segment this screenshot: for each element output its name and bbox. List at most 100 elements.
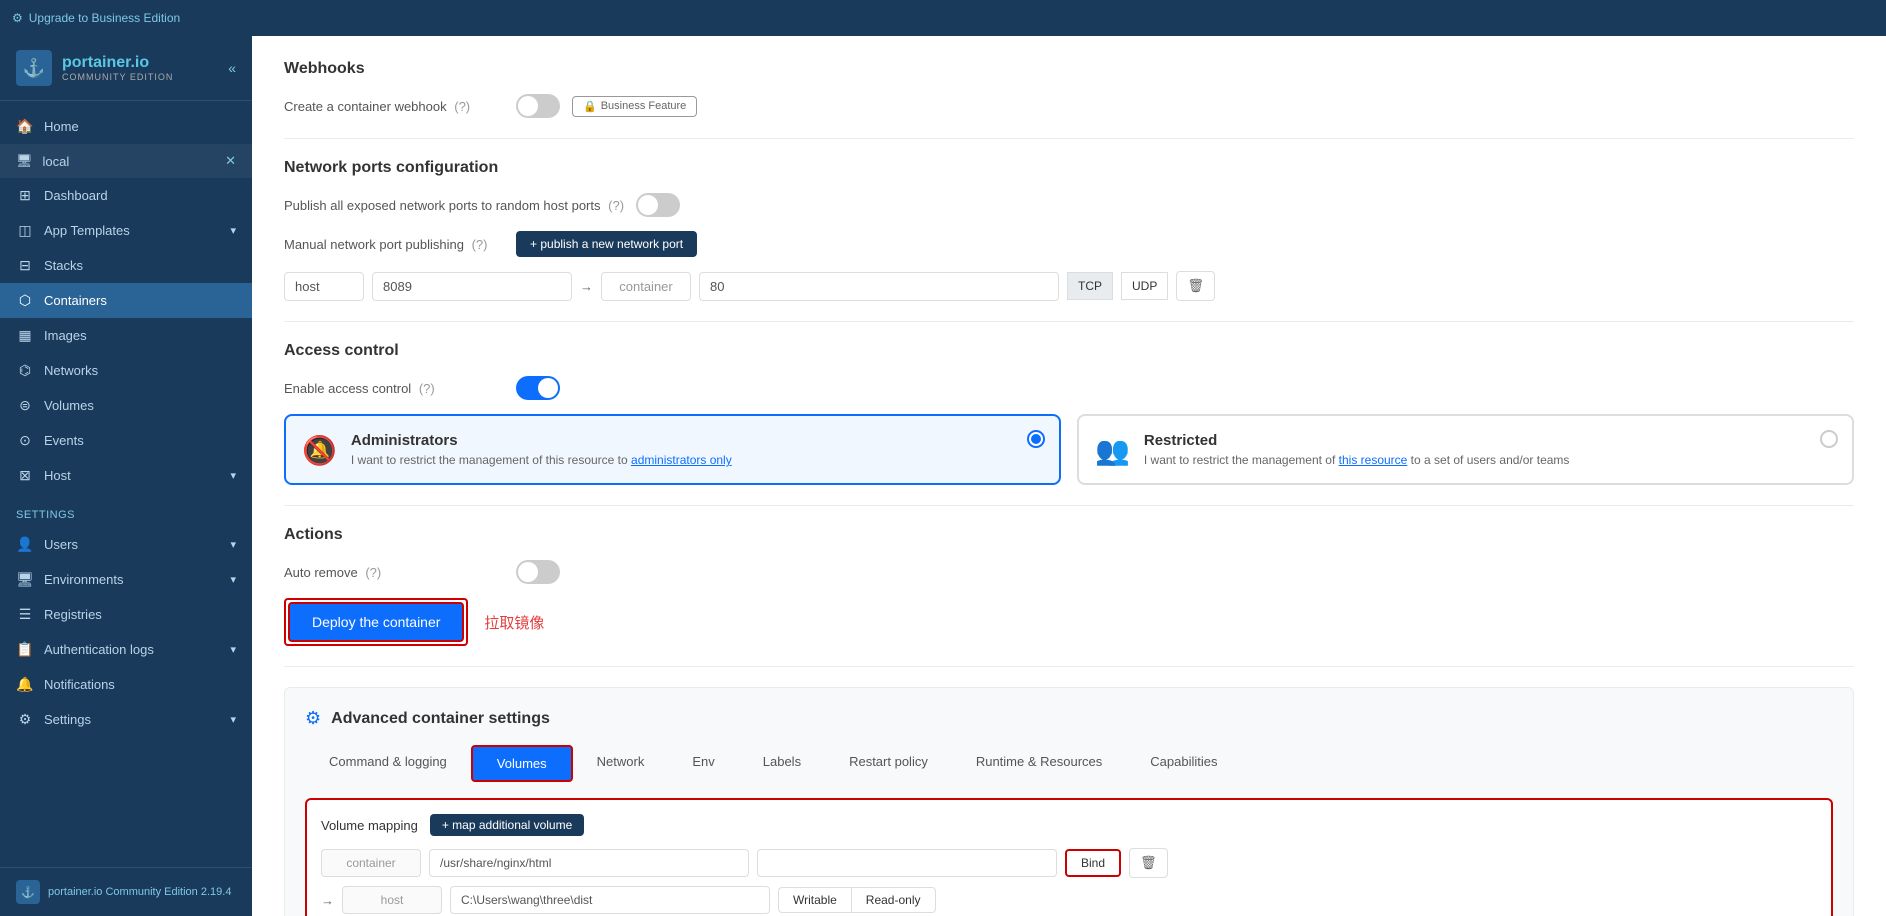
webhook-create-row: Create a container webhook (?) 🔒 Busines… xyxy=(284,94,1854,118)
vol-host-path-2[interactable] xyxy=(450,886,770,914)
restricted-radio[interactable] xyxy=(1820,430,1838,448)
sidebar-item-auth-logs[interactable]: 📋 Authentication logs ▾ xyxy=(0,632,252,667)
administrators-radio[interactable] xyxy=(1027,430,1045,448)
administrators-card-content: Administrators I want to restrict the ma… xyxy=(351,432,732,467)
port-mapping-row: → TCP UDP 🗑 xyxy=(284,271,1854,301)
administrators-card-desc: I want to restrict the management of thi… xyxy=(351,453,732,467)
sidebar-item-host-label: Host xyxy=(44,468,71,483)
tab-labels[interactable]: Labels xyxy=(739,745,825,782)
toggle-thumb xyxy=(638,195,658,215)
sidebar-item-environments[interactable]: 🖥 Environments ▾ xyxy=(0,562,252,597)
vol-access-mode-group: Writable Read-only xyxy=(778,887,936,913)
restricted-card-title: Restricted xyxy=(1144,432,1570,449)
port-host-value-input[interactable] xyxy=(372,272,572,301)
vol-writable-button[interactable]: Writable xyxy=(778,887,851,913)
sidebar-item-registries[interactable]: ☰ Registries xyxy=(0,597,252,632)
protocol-udp-button[interactable]: UDP xyxy=(1121,272,1168,300)
access-card-restricted[interactable]: 👥 Restricted I want to restrict the mana… xyxy=(1077,414,1854,485)
auto-remove-label: Auto remove (?) xyxy=(284,565,504,580)
manual-port-label: Manual network port publishing (?) xyxy=(284,237,504,252)
containers-icon: ⬡ xyxy=(16,292,34,309)
port-delete-button[interactable]: 🗑 xyxy=(1176,271,1215,301)
lock-icon: 🔒 xyxy=(583,100,597,113)
divider-3 xyxy=(284,505,1854,506)
chevron-host-icon: ▾ xyxy=(230,469,236,482)
publish-port-button[interactable]: + publish a new network port xyxy=(516,231,697,257)
protocol-tcp-button[interactable]: TCP xyxy=(1067,272,1113,300)
sidebar-item-events[interactable]: ⊙ Events xyxy=(0,423,252,458)
enable-access-help-icon[interactable]: (?) xyxy=(419,381,435,396)
tab-env[interactable]: Env xyxy=(668,745,738,782)
webhook-toggle[interactable] xyxy=(516,94,560,118)
sidebar-item-host[interactable]: ⊠ Host ▾ xyxy=(0,458,252,493)
sidebar-env-header[interactable]: 🖥 local ✕ xyxy=(0,144,252,178)
sidebar-env-name: local xyxy=(43,154,70,169)
notifications-icon: 🔔 xyxy=(16,676,34,693)
sidebar-item-networks[interactable]: ⌬ Networks xyxy=(0,353,252,388)
tab-network[interactable]: Network xyxy=(573,745,669,782)
sidebar-collapse-button[interactable]: « xyxy=(228,60,236,76)
vol-readonly-button[interactable]: Read-only xyxy=(851,887,936,913)
vol-delete-button-1[interactable]: 🗑 xyxy=(1129,848,1168,878)
port-arrow-icon: → xyxy=(580,279,593,294)
vol-bind-button-1[interactable]: Bind xyxy=(1065,849,1121,877)
sidebar-item-volumes-label: Volumes xyxy=(44,398,94,413)
vol-host-path-1[interactable] xyxy=(757,849,1057,877)
map-additional-volume-button[interactable]: + map additional volume xyxy=(430,814,584,836)
environments-icon: 🖥 xyxy=(16,571,34,588)
sidebar-env-close[interactable]: ✕ xyxy=(225,153,236,169)
deploy-container-button[interactable]: Deploy the container xyxy=(288,602,464,642)
sidebar-item-images[interactable]: ▦ Images xyxy=(0,318,252,353)
vol-container-path-1[interactable] xyxy=(429,849,749,877)
sidebar-item-dashboard[interactable]: ⊞ Dashboard xyxy=(0,178,252,213)
publish-ports-help-icon[interactable]: (?) xyxy=(608,198,624,213)
administrators-link[interactable]: administrators only xyxy=(631,453,732,467)
access-card-administrators[interactable]: 🔕 Administrators I want to restrict the … xyxy=(284,414,1061,485)
chevron-auth-logs-icon: ▾ xyxy=(230,643,236,656)
sidebar-item-app-templates[interactable]: ◫ App Templates ▾ xyxy=(0,213,252,248)
tab-capabilities[interactable]: Capabilities xyxy=(1126,745,1241,782)
footer-logo-icon: ⚓ xyxy=(16,880,40,904)
port-host-label xyxy=(284,272,364,301)
access-control-section: Access control Enable access control (?)… xyxy=(284,342,1854,485)
manual-port-row: Manual network port publishing (?) + pub… xyxy=(284,231,1854,257)
sidebar-item-dashboard-label: Dashboard xyxy=(44,188,108,203)
sidebar-item-containers[interactable]: ⬡ Containers xyxy=(0,283,252,318)
volume-mapping-section: Volume mapping + map additional volume B… xyxy=(305,798,1833,916)
enable-access-row: Enable access control (?) xyxy=(284,376,1854,400)
sidebar-item-stacks[interactable]: ⊟ Stacks xyxy=(0,248,252,283)
sidebar-item-home[interactable]: 🏠 Home xyxy=(0,109,252,144)
tab-runtime-resources[interactable]: Runtime & Resources xyxy=(952,745,1126,782)
users-icon: 👤 xyxy=(16,536,34,553)
webhook-help-icon[interactable]: (?) xyxy=(454,99,470,114)
sidebar-logo: ⚓ portainer.io COMMUNITY EDITION « xyxy=(0,36,252,101)
sidebar-item-settings[interactable]: ⚙ Settings ▾ xyxy=(0,702,252,737)
restricted-link[interactable]: this resource xyxy=(1339,453,1408,467)
business-feature-badge: 🔒 Business Feature xyxy=(572,96,697,117)
tab-restart-policy[interactable]: Restart policy xyxy=(825,745,952,782)
port-container-value-input[interactable] xyxy=(699,272,1059,301)
auto-remove-help-icon[interactable]: (?) xyxy=(365,565,381,580)
tab-volumes[interactable]: Volumes xyxy=(471,745,573,782)
advanced-tabs: Command & logging Volumes Network Env La… xyxy=(305,745,1833,782)
publish-ports-toggle[interactable] xyxy=(636,193,680,217)
enable-access-toggle[interactable] xyxy=(516,376,560,400)
toggle-thumb xyxy=(538,378,558,398)
manual-port-help-icon[interactable]: (?) xyxy=(472,237,488,252)
upgrade-banner[interactable]: ⚙ Upgrade to Business Edition xyxy=(0,0,1886,36)
volume-mapping-label: Volume mapping xyxy=(321,818,418,833)
upgrade-icon: ⚙ xyxy=(12,11,23,25)
divider-1 xyxy=(284,138,1854,139)
sidebar-item-users-label: Users xyxy=(44,537,78,552)
auto-remove-toggle[interactable] xyxy=(516,560,560,584)
events-icon: ⊙ xyxy=(16,432,34,449)
deploy-row: Deploy the container 拉取镜像 xyxy=(284,598,1854,646)
sidebar-item-users[interactable]: 👤 Users ▾ xyxy=(0,527,252,562)
sidebar-item-notifications[interactable]: 🔔 Notifications xyxy=(0,667,252,702)
tab-command-logging[interactable]: Command & logging xyxy=(305,745,471,782)
sidebar-item-auth-logs-label: Authentication logs xyxy=(44,642,154,657)
deploy-wrapper: Deploy the container xyxy=(284,598,468,646)
sidebar-footer-text: portainer.io Community Edition 2.19.4 xyxy=(48,886,231,898)
dashboard-icon: ⊞ xyxy=(16,187,34,204)
sidebar-item-volumes[interactable]: ⊜ Volumes xyxy=(0,388,252,423)
